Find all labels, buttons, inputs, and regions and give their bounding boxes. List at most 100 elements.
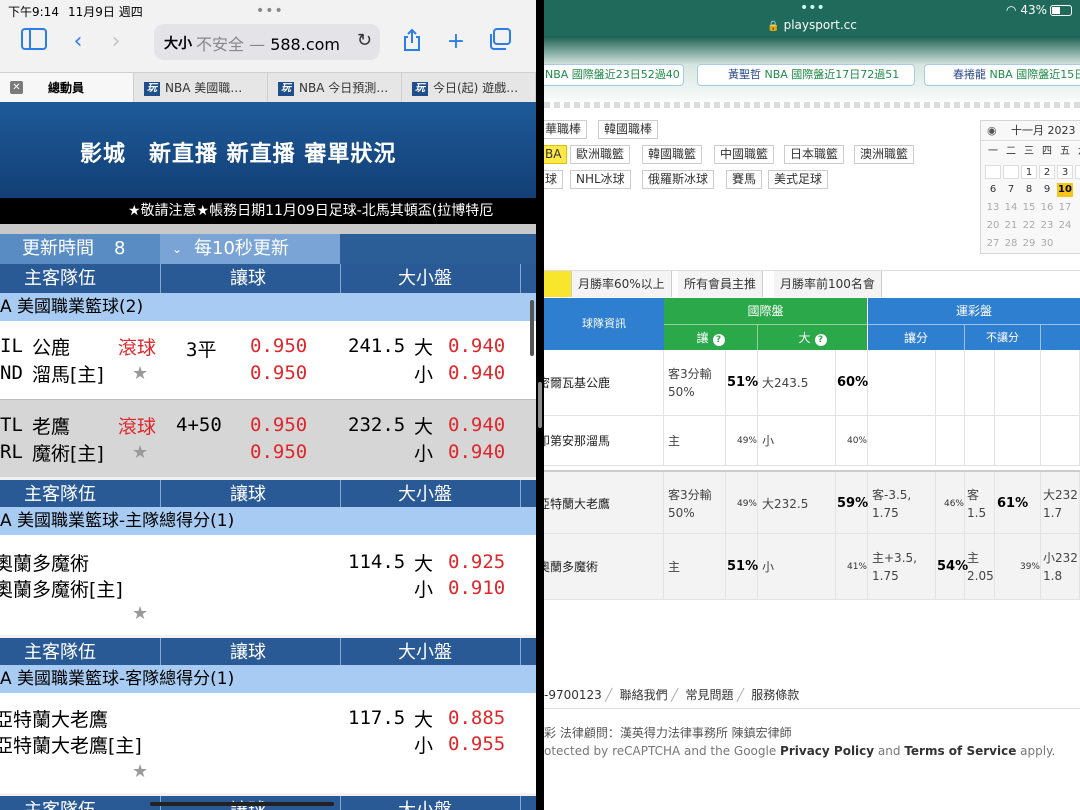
handicap-odds[interactable]: 0.950 [250, 414, 307, 436]
text-size-button[interactable]: 大小 [164, 33, 192, 53]
tab-3[interactable]: 玩今日(起) 遊戲… [402, 73, 536, 103]
calendar-day[interactable]: 3 [1057, 165, 1073, 179]
tab-0[interactable]: ✕ 總動員 [0, 73, 134, 103]
calendar-day[interactable]: 13 [985, 201, 1001, 215]
calendar-day[interactable]: 8 [1021, 183, 1037, 197]
favorite-star-icon[interactable]: ★ [132, 363, 148, 384]
footer-link-contact[interactable]: 聯絡我們 [620, 688, 668, 702]
team-name[interactable]: 亞特蘭大老鷹 [544, 472, 664, 536]
calendar-day-today[interactable]: 10 [1057, 183, 1073, 197]
url-bar[interactable]: 大小 不安全 — 588.com ↻ [154, 24, 380, 60]
calendar-day [1075, 165, 1080, 179]
reload-icon[interactable]: ↻ [357, 30, 372, 51]
compact-url[interactable]: 🔒 playsport.cc [544, 18, 1080, 32]
new-tab-icon[interactable]: + [442, 28, 470, 56]
favorite-star-icon[interactable]: ★ [132, 761, 148, 782]
privacy-policy-link[interactable]: Privacy Policy [780, 744, 874, 758]
multitask-dots-icon[interactable]: ••• [800, 0, 825, 16]
team-name[interactable]: 奧蘭多魔術 [544, 534, 664, 600]
home-indicator[interactable] [150, 802, 334, 806]
category-link[interactable]: 賽馬 [726, 170, 763, 189]
calendar-day[interactable]: 22 [1021, 219, 1037, 233]
calendar-day[interactable]: 27 [985, 237, 1001, 251]
calendar-day[interactable]: 6 [985, 183, 1001, 197]
cell-l-sp-pct [937, 416, 965, 466]
forward-icon[interactable]: › [102, 28, 130, 56]
ou-odds[interactable]: 0.885 [448, 707, 505, 729]
ou-odds[interactable]: 0.925 [448, 551, 505, 573]
favorite-star-icon[interactable]: ★ [132, 603, 148, 624]
calendar-day[interactable]: 7 [1003, 183, 1019, 197]
ranking-item[interactable]: NBA 國際盤近23日52過40 [544, 64, 684, 86]
category-link[interactable]: BA [544, 145, 568, 164]
category-link[interactable]: 華職棒 [544, 120, 588, 139]
ou-odds[interactable]: 0.955 [448, 733, 505, 755]
filter-tab[interactable]: 月勝率前100名會 [774, 271, 882, 297]
share-icon[interactable] [398, 28, 426, 56]
category-link[interactable]: 韓國職棒 [598, 120, 659, 139]
terms-link[interactable]: Terms of Service [904, 744, 1016, 758]
calendar-day[interactable]: 2 [1039, 165, 1055, 179]
footer-link-faq[interactable]: 常見問題 [685, 688, 733, 702]
category-link[interactable]: NHL冰球 [570, 170, 631, 189]
back-icon[interactable]: ‹ [64, 28, 92, 56]
footer-link-terms[interactable]: 服務條款 [751, 688, 799, 702]
league-title: A 美國職業籃球-主隊總得分(1) [0, 507, 536, 535]
calendar-day[interactable]: 24 [1057, 219, 1073, 233]
filter-tab[interactable]: 月勝率60%以上 [572, 271, 672, 297]
col-no-spread: 不讓分 [965, 324, 1041, 350]
filter-tab[interactable]: 所有會員主推 [678, 271, 764, 297]
col-lot-spread: 讓分 [868, 324, 965, 350]
team-name[interactable]: 印第安那溜馬 [544, 416, 664, 466]
calendar-day[interactable]: 17 [1057, 201, 1073, 215]
calendar-day[interactable]: 23 [1039, 219, 1055, 233]
ou-odds[interactable]: 0.940 [448, 414, 505, 436]
category-link[interactable]: 澳洲職籃 [854, 145, 915, 164]
multitask-dots-icon[interactable]: ••• [256, 3, 284, 19]
cell-l-sp-pct: 46% [937, 472, 965, 536]
split-view-handle[interactable] [538, 382, 542, 428]
calendar-day[interactable]: 20 [985, 219, 1001, 233]
close-tab-icon[interactable]: ✕ [10, 81, 23, 94]
handicap-odds[interactable]: 0.950 [250, 441, 307, 463]
tab-2[interactable]: 玩 NBA 今日預測… [268, 73, 402, 103]
team-name[interactable]: 密爾瓦基公鹿 [544, 350, 664, 416]
category-link[interactable]: 俄羅斯冰球 [642, 170, 715, 189]
ou-odds[interactable]: 0.940 [448, 362, 505, 384]
cell-l-sp [872, 416, 936, 466]
game-row: TL 老鷹 RL 魔術[主] 滾球 ★ 4+50 0.950 0.950 232… [0, 399, 536, 477]
calendar-day[interactable]: 14 [1003, 201, 1019, 215]
calendar-day[interactable]: 9 [1039, 183, 1055, 197]
calendar-day[interactable]: 1 [1021, 165, 1037, 179]
ou-odds[interactable]: 0.910 [448, 577, 505, 599]
site-title[interactable]: 影城 新直播 新直播 審單狀況 [80, 136, 396, 168]
calendar-day[interactable]: 29 [1021, 237, 1037, 251]
tab-1[interactable]: 玩 NBA 美國職… [134, 73, 268, 103]
category-link[interactable]: 美式足球 [768, 170, 829, 189]
category-link[interactable]: 歐洲職籃 [570, 145, 631, 164]
scrollbar[interactable] [530, 300, 534, 356]
tabs-overview-icon[interactable] [486, 28, 514, 56]
category-link[interactable]: 中國職籃 [714, 145, 775, 164]
calendar-day[interactable]: 16 [1039, 201, 1055, 215]
calendar-day[interactable]: 15 [1021, 201, 1037, 215]
sidebar-icon[interactable] [20, 28, 48, 56]
cell-l-sp: 客-3.5, 1.75 [872, 472, 936, 536]
cell-ou-pct: 59% [837, 472, 868, 536]
calendar-day[interactable]: 30 [1039, 237, 1055, 251]
ou-odds[interactable]: 0.940 [448, 441, 505, 463]
refresh-interval-select[interactable]: ⌄ 每10秒更新 [160, 234, 340, 264]
favorite-star-icon[interactable]: ★ [132, 442, 148, 463]
category-link[interactable]: 韓國職籃 [642, 145, 703, 164]
filter-tab-active[interactable] [544, 271, 572, 297]
ranking-item[interactable]: 黃聖哲 NBA 國際盤近17日72過51 [697, 64, 915, 86]
handicap-odds[interactable]: 0.950 [250, 335, 307, 357]
handicap-odds[interactable]: 0.950 [250, 362, 307, 384]
calendar-day[interactable]: 21 [1003, 219, 1019, 233]
ou-odds[interactable]: 0.940 [448, 335, 505, 357]
calendar-header: ◉ 十一月 2023 [981, 121, 1080, 141]
ranking-item[interactable]: 春捲龍 NBA 國際盤近15日 [924, 64, 1080, 86]
category-link[interactable]: 日本職籃 [784, 145, 845, 164]
calendar-day[interactable]: 28 [1003, 237, 1019, 251]
category-link[interactable]: 球 [544, 170, 564, 189]
